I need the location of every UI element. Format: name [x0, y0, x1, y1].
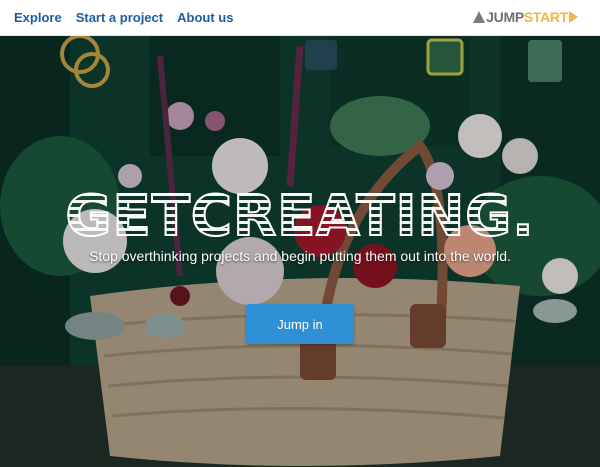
jump-in-button[interactable]: Jump in	[246, 304, 354, 344]
logo-arrow-icon	[569, 11, 578, 23]
top-navigation: Explore Start a project About us JUMP ST…	[0, 0, 600, 36]
hero-headline: GETCREATING.	[0, 185, 600, 249]
hero-subtitle: Stop overthinking projects and begin put…	[89, 248, 511, 264]
logo-triangle-icon	[473, 11, 486, 23]
nav-link-start-project[interactable]: Start a project	[76, 10, 163, 25]
nav-link-explore[interactable]: Explore	[14, 10, 62, 25]
nav-link-about-us[interactable]: About us	[177, 10, 233, 25]
hero-section: GETCREATING. Stop overthinking projects …	[0, 36, 600, 467]
nav-links: Explore Start a project About us	[14, 10, 233, 25]
logo-text-jump: JUMP	[486, 9, 524, 25]
logo-text-start: START	[523, 9, 568, 25]
jumpstart-logo[interactable]: JUMP START	[473, 9, 578, 25]
